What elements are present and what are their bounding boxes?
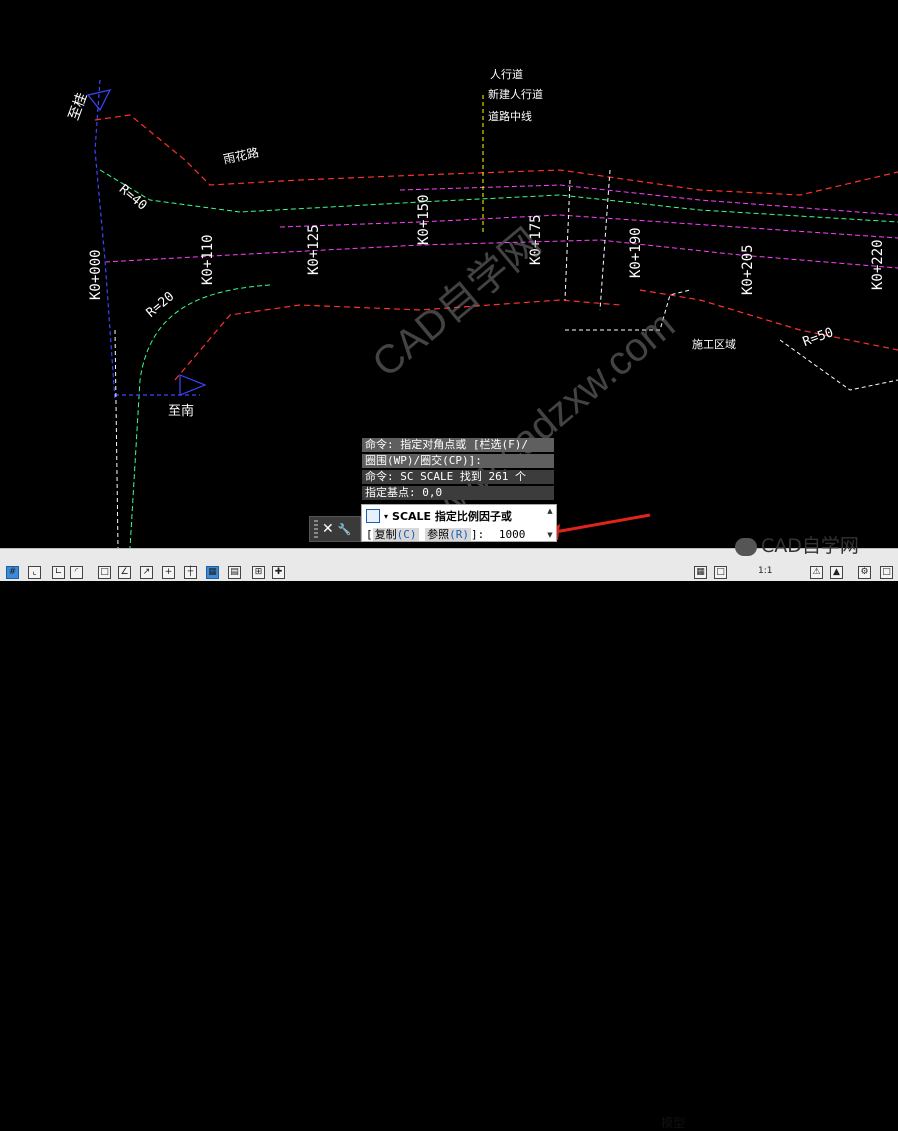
white-line-3 — [779, 339, 898, 391]
right-curve-label: R=50 — [801, 325, 836, 350]
history-line: 命令: 指定对角点或 [栏选(F)/ — [362, 438, 554, 452]
dyn-icon[interactable]: + — [162, 566, 175, 579]
ortho-icon[interactable]: ∟ — [52, 566, 65, 579]
am-icon[interactable]: ✚ — [272, 566, 285, 579]
scroll-down-icon[interactable]: ▼ — [546, 531, 554, 539]
history-line: 圈围(WP)/圈交(CP)]: — [362, 454, 554, 468]
watermark-cad: CAD自学网 — [364, 221, 549, 386]
arrow-bottom-left — [179, 374, 207, 396]
station-label-4: K0+150 — [416, 194, 432, 245]
prompt-input-row: [复制(C) 参照(R)]: 1000 — [366, 526, 525, 542]
note-title: 人行道 — [490, 67, 523, 81]
white-line-1 — [114, 329, 119, 548]
command-history: 命令: 指定对角点或 [栏选(F)/ 圈围(WP)/圈交(CP)]: 命令: S… — [362, 438, 554, 502]
annotation-scale-value: 1:1 — [758, 566, 773, 576]
fullscreen-icon[interactable]: □ — [880, 566, 893, 579]
transparency-icon[interactable]: ▦ — [206, 566, 219, 579]
autoscale-icon[interactable]: ▲ — [830, 566, 843, 579]
road-centerline — [99, 169, 898, 223]
station-label-8: K0+220 — [870, 239, 886, 290]
command-prompt[interactable]: ▾ SCALE 指定比例因子或 [复制(C) 参照(R)]: 1000 ▲ ▼ — [361, 504, 557, 542]
wechat-watermark: CAD自学网 — [735, 531, 859, 558]
red-pointer-arrow — [554, 513, 651, 534]
history-line: 指定基点: 0,0 — [362, 486, 554, 500]
otrack-icon[interactable]: ∠ — [118, 566, 131, 579]
station-label-6: K0+190 — [628, 227, 644, 278]
command-icon[interactable] — [366, 509, 380, 523]
label-mid-left: 雨花路 — [222, 144, 260, 166]
white-line-5 — [564, 179, 571, 301]
model-tab[interactable]: 模型 — [661, 1114, 685, 1131]
viewport-icon[interactable]: □ — [714, 566, 727, 579]
annotation-visibility-icon[interactable]: ⚠ — [810, 566, 823, 579]
note-line-2: 道路中线 — [488, 109, 532, 123]
dropdown-arrow-icon[interactable]: ▾ — [384, 512, 388, 521]
road-edge-top — [94, 114, 898, 196]
prompt-scrollbar[interactable]: ▲ ▼ — [546, 507, 554, 539]
station-label-2: K0+110 — [200, 234, 216, 285]
annotation-scale-icon[interactable]: 1:1 — [756, 566, 774, 579]
lwt-icon[interactable]: ┼ — [184, 566, 197, 579]
prompt-title: SCALE 指定比例因子或 — [392, 510, 512, 523]
option-copy-label: 复制 — [374, 528, 397, 541]
osnap-icon[interactable]: □ — [98, 566, 111, 579]
ducs-icon[interactable]: ↗ — [140, 566, 153, 579]
label-top-left: 至桂 — [66, 91, 91, 123]
wrench-icon[interactable]: 🔧 — [338, 523, 352, 536]
command-input[interactable]: 1000 — [499, 528, 526, 541]
watermark-text: CAD自学网 — [761, 535, 859, 557]
option-ref-label: 参照 — [427, 528, 450, 541]
prompt-title-row: ▾ SCALE 指定比例因子或 — [366, 508, 512, 524]
lane-line-2 — [279, 214, 898, 239]
options-suffix: ]: — [471, 528, 485, 541]
station-label-1: K0+000 — [88, 249, 104, 300]
snap-icon[interactable]: ⌞ — [28, 566, 41, 579]
curve-label-1: R=40 — [116, 182, 150, 214]
arrow-top-left — [86, 89, 112, 112]
wechat-icon — [735, 537, 757, 556]
layout-grid-icon[interactable]: ▦ — [694, 566, 707, 579]
history-line: 命令: SC SCALE 找到 261 个 — [362, 470, 554, 484]
note-line-1: 新建人行道 — [488, 87, 543, 101]
sc-icon[interactable]: ⊞ — [252, 566, 265, 579]
close-icon[interactable]: ✕ — [322, 521, 334, 537]
option-ref-key: (R) — [449, 528, 469, 541]
options-bracket: [ — [366, 528, 373, 541]
settings-gear-icon[interactable]: ⚙ — [858, 566, 871, 579]
scroll-up-icon[interactable]: ▲ — [546, 507, 554, 515]
blue-line-left — [94, 79, 116, 401]
bottom-right-label: 施工区域 — [692, 338, 736, 351]
option-copy-key: (C) — [396, 528, 417, 541]
station-label-7: K0+205 — [740, 244, 756, 295]
station-label-3: K0+125 — [306, 224, 322, 275]
road-edge-right — [639, 289, 898, 351]
bottom-left-label: 至南 — [168, 403, 194, 419]
qp-icon[interactable]: ▤ — [228, 566, 241, 579]
lane-line-3 — [399, 184, 898, 216]
command-bar-controls: ✕ 🔧 — [309, 516, 361, 542]
drag-handle[interactable] — [314, 520, 318, 538]
option-reference[interactable]: 参照(R) — [425, 528, 471, 541]
road-centerline-curve — [129, 284, 271, 548]
grid-icon[interactable]: # — [6, 566, 19, 579]
polar-icon[interactable]: ◜ — [70, 566, 83, 579]
option-copy[interactable]: 复制(C) — [372, 528, 419, 541]
